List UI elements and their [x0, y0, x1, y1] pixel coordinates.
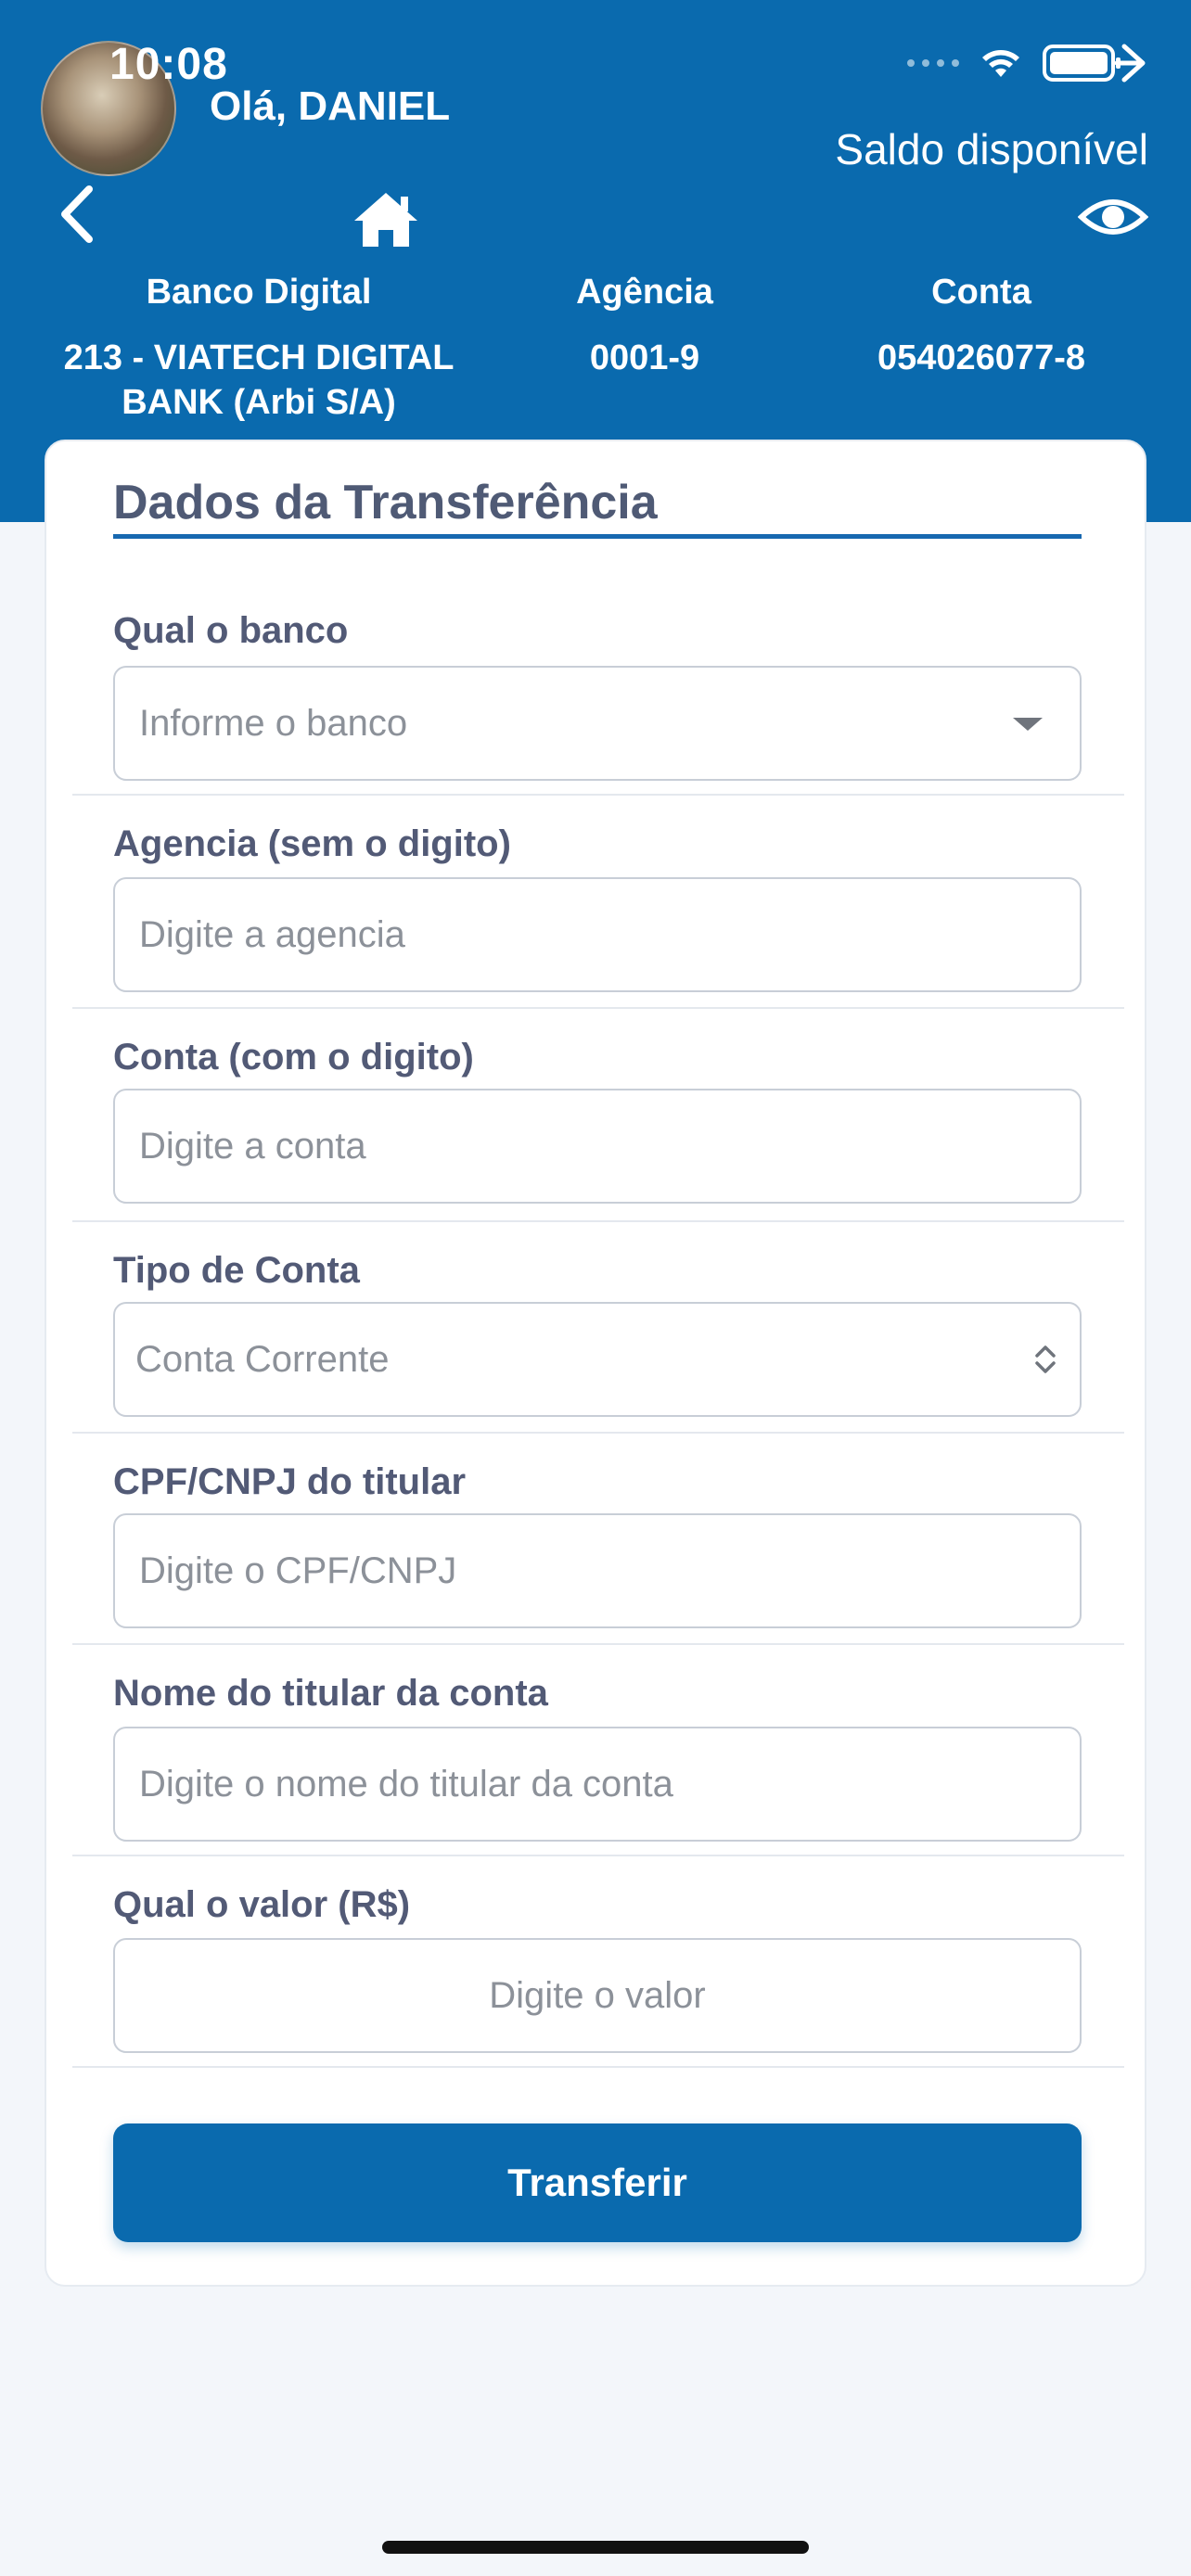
amount-input[interactable]: Digite o valor [113, 1938, 1082, 2053]
bank-label: Banco Digital [146, 273, 372, 312]
field-account-type: Tipo de Conta Conta Corrente [72, 1222, 1124, 1434]
field-holder-name: Nome do titular da conta Digite o nome d… [72, 1645, 1124, 1856]
holder-name-label: Nome do titular da conta [113, 1673, 548, 1714]
field-bank: Qual o banco Informe o banco [72, 582, 1124, 796]
field-cpf: CPF/CNPJ do titular Digite o CPF/CNPJ [72, 1434, 1124, 1645]
home-indicator[interactable] [382, 2541, 809, 2554]
holder-name-placeholder: Digite o nome do titular da conta [139, 1763, 673, 1804]
agency-value: 0001-9 [589, 338, 700, 377]
agency-label: Agência [576, 273, 713, 312]
account-field-label: Conta (com o digito) [113, 1037, 474, 1078]
signal-icon [907, 59, 959, 67]
home-icon[interactable] [351, 189, 421, 249]
transfer-button[interactable]: Transferir [113, 2123, 1082, 2242]
agency-input[interactable]: Digite a agencia [113, 877, 1082, 992]
account-info-col: Conta 054026077-8 [772, 274, 1191, 425]
field-agency: Agencia (sem o digito) Digite a agencia [72, 797, 1124, 1009]
eye-icon[interactable] [1078, 193, 1148, 241]
agency-input-placeholder: Digite a agencia [139, 913, 405, 955]
account-value: 054026077-8 [877, 338, 1085, 377]
account-input[interactable]: Digite a conta [113, 1089, 1082, 1204]
transfer-form-card: Dados da Transferência Qual o banco Info… [45, 440, 1146, 2287]
agency-field-label: Agencia (sem o digito) [113, 823, 511, 864]
bank-dropdown[interactable]: Informe o banco [113, 666, 1082, 781]
bank-info: Banco Digital 213 - VIATECH DIGITAL BANK… [0, 274, 518, 425]
holder-name-input[interactable]: Digite o nome do titular da conta [113, 1727, 1082, 1842]
account-info: Banco Digital 213 - VIATECH DIGITAL BANK… [0, 274, 1191, 425]
cpf-input-placeholder: Digite o CPF/CNPJ [139, 1549, 457, 1591]
select-stepper-icon [1035, 1345, 1056, 1373]
account-type-value: Conta Corrente [135, 1338, 390, 1380]
amount-field-label: Qual o valor (R$) [113, 1884, 411, 1925]
bank-dropdown-placeholder: Informe o banco [139, 702, 408, 744]
form-title: Dados da Transferência [113, 476, 658, 529]
status-time: 10:08 [109, 40, 228, 89]
account-type-select[interactable]: Conta Corrente [113, 1302, 1082, 1417]
account-type-label: Tipo de Conta [113, 1250, 360, 1291]
amount-input-placeholder: Digite o valor [489, 1974, 706, 2016]
bank-field-label: Qual o banco [113, 610, 349, 651]
field-amount: Qual o valor (R$) Digite o valor [72, 1856, 1124, 2068]
greeting-text: Olá, DANIEL [210, 83, 451, 129]
status-icons [907, 41, 1150, 85]
balance-label: Saldo disponível [835, 125, 1148, 173]
wifi-icon [982, 50, 1019, 77]
title-divider [113, 534, 1082, 539]
account-input-placeholder: Digite a conta [139, 1125, 366, 1167]
cpf-field-label: CPF/CNPJ do titular [113, 1461, 467, 1502]
caret-down-icon [1013, 718, 1043, 731]
agency-info: Agência 0001-9 [518, 274, 772, 425]
chevron-left-icon[interactable] [54, 182, 100, 247]
battery-icon [1043, 44, 1146, 83]
account-label: Conta [931, 273, 1031, 312]
bank-value: 213 - VIATECH DIGITAL BANK (Arbi S/A) [63, 338, 455, 422]
cpf-input[interactable]: Digite o CPF/CNPJ [113, 1513, 1082, 1628]
field-account: Conta (com o digito) Digite a conta [72, 1011, 1124, 1222]
